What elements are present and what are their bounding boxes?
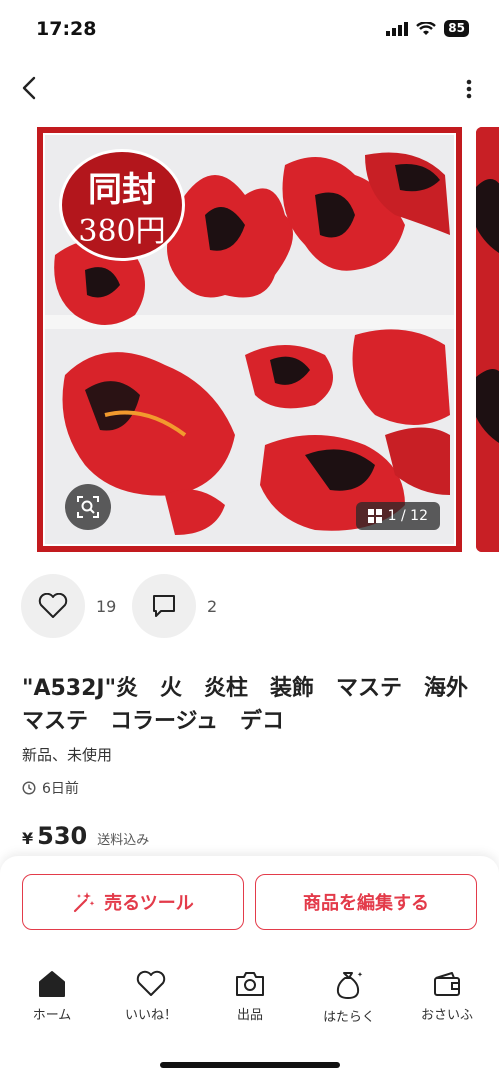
tab-listing-label: 出品 xyxy=(236,1008,263,1023)
badge-line2: 380円 xyxy=(78,214,166,249)
posted-time-text: 6日前 xyxy=(42,781,79,797)
posted-time: 6日前 xyxy=(22,778,79,798)
comment-icon xyxy=(153,595,175,617)
product-condition: 新品、未使用 xyxy=(22,746,113,764)
tab-likes[interactable]: いいね！ xyxy=(106,970,196,1023)
home-indicator xyxy=(160,1062,340,1068)
price-value: 530 xyxy=(37,822,88,850)
tab-home[interactable]: ホーム xyxy=(7,970,97,1023)
grid-icon xyxy=(367,509,382,523)
badge-line1: 同封 xyxy=(88,170,156,210)
more-vertical-icon xyxy=(466,79,472,99)
price-currency: ¥ xyxy=(22,829,34,848)
heart-icon xyxy=(136,970,166,996)
clock-icon xyxy=(22,781,36,795)
next-image-preview xyxy=(476,127,499,552)
product-image[interactable]: 同封 380円 1 / 12 xyxy=(37,127,462,552)
status-bar: 17:28 85 xyxy=(0,0,499,60)
sell-tool-button[interactable]: 売るツール xyxy=(22,874,244,930)
image-counter[interactable]: 1 / 12 xyxy=(355,502,440,530)
next-product-image[interactable] xyxy=(476,127,499,552)
tab-work-label: はたらく xyxy=(323,1010,375,1025)
product-title: "A532J"炎 火 炎柱 装飾 マステ 海外マステ コラージュ デコ xyxy=(22,676,469,734)
bundle-price-badge: 同封 380円 xyxy=(59,149,185,261)
status-time: 17:28 xyxy=(36,18,97,40)
status-icons: 85 xyxy=(386,20,469,37)
tab-home-label: ホーム xyxy=(32,1008,72,1023)
tab-wallet-label: おさいふ xyxy=(420,1008,473,1023)
signal-icon xyxy=(386,21,409,36)
home-icon xyxy=(39,971,65,997)
camera-icon xyxy=(236,972,264,996)
scan-search-icon xyxy=(77,496,99,518)
money-bag-icon xyxy=(336,972,363,999)
edit-item-button[interactable]: 商品を編集する xyxy=(255,874,477,930)
shipping-note: 送料込み xyxy=(97,833,150,848)
tab-work[interactable]: はたらく xyxy=(304,970,394,1025)
wallet-icon xyxy=(434,972,460,996)
wifi-icon xyxy=(416,21,437,35)
product-photo: 同封 380円 1 / 12 xyxy=(43,133,456,546)
sell-tool-label: 売るツール xyxy=(104,893,194,914)
tab-wallet[interactable]: おさいふ xyxy=(402,970,492,1023)
heart-icon xyxy=(38,593,68,618)
comment-count: 2 xyxy=(207,597,218,616)
comment-button[interactable] xyxy=(132,574,196,638)
battery-indicator: 85 xyxy=(444,20,469,37)
tab-likes-label: いいね！ xyxy=(124,1008,177,1023)
image-search-button[interactable] xyxy=(65,484,111,530)
tab-listing[interactable]: 出品 xyxy=(205,970,295,1023)
edit-item-label: 商品を編集する xyxy=(303,893,429,914)
more-options-button[interactable] xyxy=(459,72,479,106)
image-counter-text: 1 / 12 xyxy=(387,508,428,524)
back-button[interactable] xyxy=(14,70,44,106)
like-button[interactable] xyxy=(21,574,85,638)
magic-wand-icon xyxy=(74,892,95,913)
like-count: 19 xyxy=(96,597,117,616)
price: ¥ 530 送料込み xyxy=(22,822,149,850)
chevron-left-icon xyxy=(22,76,36,100)
